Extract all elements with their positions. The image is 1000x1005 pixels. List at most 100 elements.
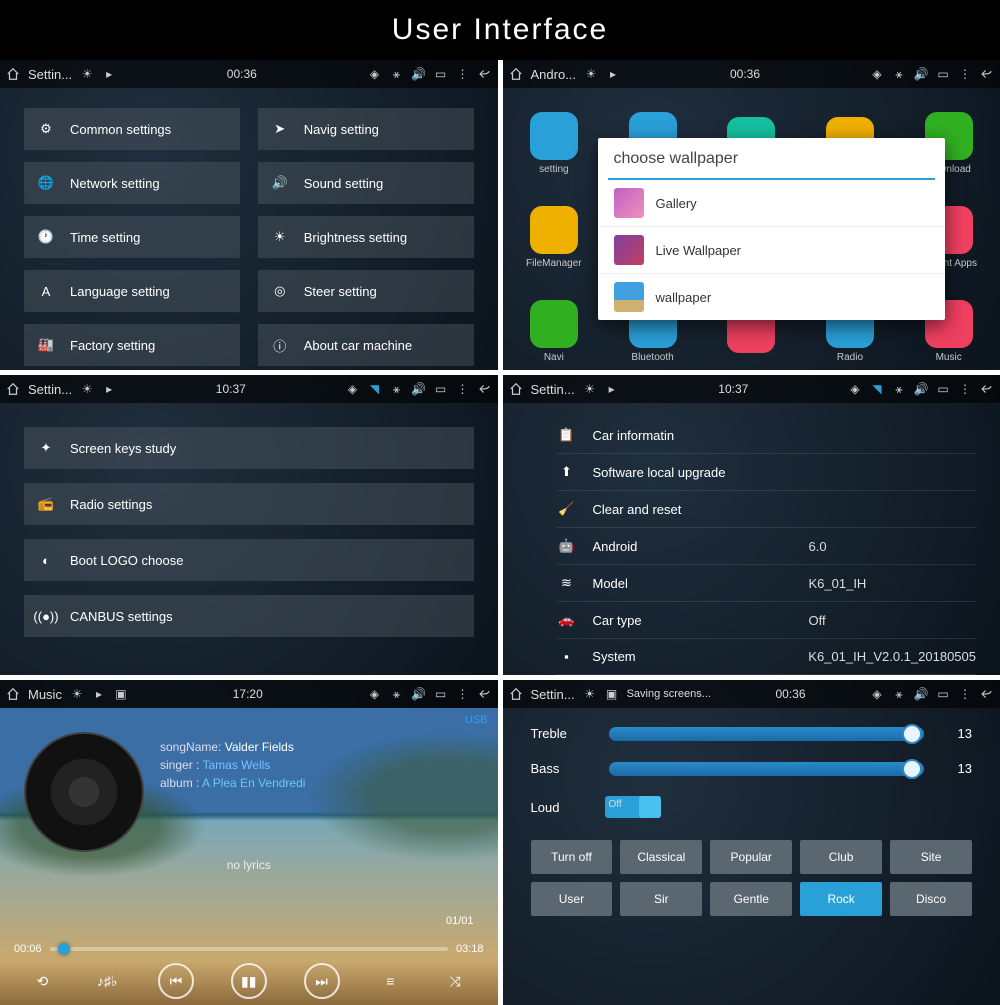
label: Language setting <box>70 284 170 299</box>
settings-item-network[interactable]: 🌐Network setting <box>24 162 240 204</box>
singer-value: Tamas Wells <box>202 758 270 772</box>
playlist-button[interactable]: ≡ <box>376 967 404 995</box>
progress-bar[interactable]: 00:06 03:18 <box>0 943 498 955</box>
volume-icon[interactable]: 🔊 <box>412 687 426 701</box>
wifi-icon: ◥ <box>870 382 884 396</box>
preset-button[interactable]: Classical <box>620 840 702 874</box>
no-lyrics-text: no lyrics <box>0 858 498 872</box>
clock: 10:37 <box>216 382 246 396</box>
home-icon[interactable] <box>509 382 523 396</box>
label: Network setting <box>70 176 160 191</box>
clock: 10:37 <box>718 382 748 396</box>
next-button[interactable]: ⏭ <box>304 963 340 999</box>
menu-icon[interactable]: ⋮ <box>958 67 972 81</box>
app-cell[interactable]: FileManager <box>507 192 602 282</box>
home-icon[interactable] <box>509 67 523 81</box>
home-icon[interactable] <box>6 687 20 701</box>
brightness-icon[interactable]: ☀ <box>584 67 598 81</box>
settings-grid: ⚙Common settings ➤Navig setting 🌐Network… <box>0 88 498 370</box>
settings-item-navig[interactable]: ➤Navig setting <box>258 108 474 150</box>
menu-icon[interactable]: ⋮ <box>456 67 470 81</box>
treble-slider[interactable] <box>609 727 925 741</box>
gps-icon: ◈ <box>368 687 382 701</box>
back-icon[interactable] <box>980 687 994 701</box>
settings-item-brightness[interactable]: ☀Brightness setting <box>258 216 474 258</box>
back-icon[interactable] <box>980 382 994 396</box>
preset-button[interactable]: Turn off <box>531 840 613 874</box>
preset-button[interactable]: Site <box>890 840 972 874</box>
settings-item-language[interactable]: A Language setting <box>24 270 240 312</box>
preset-button[interactable]: Gentle <box>710 882 792 916</box>
volume-icon[interactable]: 🔊 <box>412 382 426 396</box>
info-row[interactable]: 📋Car informatin <box>557 417 977 454</box>
settings-item-sound[interactable]: 🔊Sound setting <box>258 162 474 204</box>
settings-item-bootlogo[interactable]: ◐Boot LOGO choose <box>24 539 474 581</box>
back-icon[interactable] <box>478 382 492 396</box>
panel-android: Andro... ☀ ▸ 00:36 ◈ ⚹ 🔊 ▭ ⋮ settingIEDo… <box>503 60 1000 370</box>
menu-icon[interactable]: ⋮ <box>456 687 470 701</box>
volume-icon[interactable]: 🔊 <box>914 687 928 701</box>
picker-item-gallery[interactable]: Gallery <box>598 180 946 226</box>
volume-icon[interactable]: 🔊 <box>412 67 426 81</box>
volume-icon[interactable]: 🔊 <box>914 67 928 81</box>
info-row[interactable]: ⬆Software local upgrade <box>557 454 977 491</box>
settings-item-factory[interactable]: 🏭Factory setting <box>24 324 240 366</box>
factory-icon: 🏭 <box>36 335 56 355</box>
row-label: Car informatin <box>593 428 793 443</box>
slider-knob[interactable] <box>902 759 922 779</box>
settings-item-steer[interactable]: ◎Steer setting <box>258 270 474 312</box>
brightness-icon[interactable]: ☀ <box>70 687 84 701</box>
volume-icon[interactable]: 🔊 <box>914 382 928 396</box>
menu-icon[interactable]: ⋮ <box>958 382 972 396</box>
settings-item-radio[interactable]: 📻Radio settings <box>24 483 474 525</box>
loud-toggle[interactable]: Off <box>605 796 661 818</box>
seek-track[interactable] <box>50 947 448 951</box>
brightness-icon[interactable]: ☀ <box>80 382 94 396</box>
app-label: Music <box>936 352 962 363</box>
brightness-icon[interactable]: ☀ <box>583 382 597 396</box>
repeat-button[interactable]: ⟲ <box>28 967 56 995</box>
eq-button[interactable]: ♪♯♭ <box>93 967 121 995</box>
info-row[interactable]: 🧹Clear and reset <box>557 491 977 528</box>
settings-item-screenkeys[interactable]: ✦Screen keys study <box>24 427 474 469</box>
settings-item-about[interactable]: ⓘAbout car machine <box>258 324 474 366</box>
logo-icon: ◐ <box>36 550 56 570</box>
home-icon[interactable] <box>6 67 20 81</box>
menu-icon[interactable]: ⋮ <box>958 687 972 701</box>
back-icon[interactable] <box>980 67 994 81</box>
preset-button[interactable]: Club <box>800 840 882 874</box>
language-icon: A <box>36 281 56 301</box>
bass-slider[interactable] <box>609 762 925 776</box>
settings-item-time[interactable]: 🕐Time setting <box>24 216 240 258</box>
info-row: 🤖Android6.0 <box>557 528 977 565</box>
home-icon[interactable] <box>509 687 523 701</box>
preset-button[interactable]: User <box>531 882 613 916</box>
back-icon[interactable] <box>478 67 492 81</box>
thumbnail-icon <box>614 282 644 312</box>
home-icon[interactable] <box>6 382 20 396</box>
seek-knob[interactable] <box>58 943 70 955</box>
back-icon[interactable] <box>478 687 492 701</box>
label: Common settings <box>70 122 171 137</box>
app-cell[interactable]: setting <box>507 98 602 188</box>
preset-button[interactable]: Popular <box>710 840 792 874</box>
picker-item-live[interactable]: Live Wallpaper <box>598 226 946 273</box>
preset-button[interactable]: Disco <box>890 882 972 916</box>
pause-button[interactable]: ▮▮ <box>231 963 267 999</box>
settings-item-common[interactable]: ⚙Common settings <box>24 108 240 150</box>
settings-item-canbus[interactable]: ((●))CANBUS settings <box>24 595 474 637</box>
brightness-icon[interactable]: ☀ <box>80 67 94 81</box>
shuffle-button[interactable]: ⤨ <box>441 967 469 995</box>
preset-button[interactable]: Sir <box>620 882 702 916</box>
app-cell[interactable]: Navi <box>507 286 602 370</box>
brightness-icon[interactable]: ☀ <box>583 687 597 701</box>
menu-icon[interactable]: ⋮ <box>456 382 470 396</box>
topbar: Settin... ☀ ▸ 00:36 ◈ ⚹ 🔊 ▭ ⋮ <box>0 60 498 88</box>
album-key: album : <box>160 776 199 790</box>
prev-button[interactable]: ⏮ <box>158 963 194 999</box>
picker-item-wallpaper[interactable]: wallpaper <box>598 273 946 320</box>
slider-knob[interactable] <box>902 724 922 744</box>
toggle-switch[interactable] <box>639 796 661 818</box>
label: Brightness setting <box>304 230 407 245</box>
preset-button[interactable]: Rock <box>800 882 882 916</box>
